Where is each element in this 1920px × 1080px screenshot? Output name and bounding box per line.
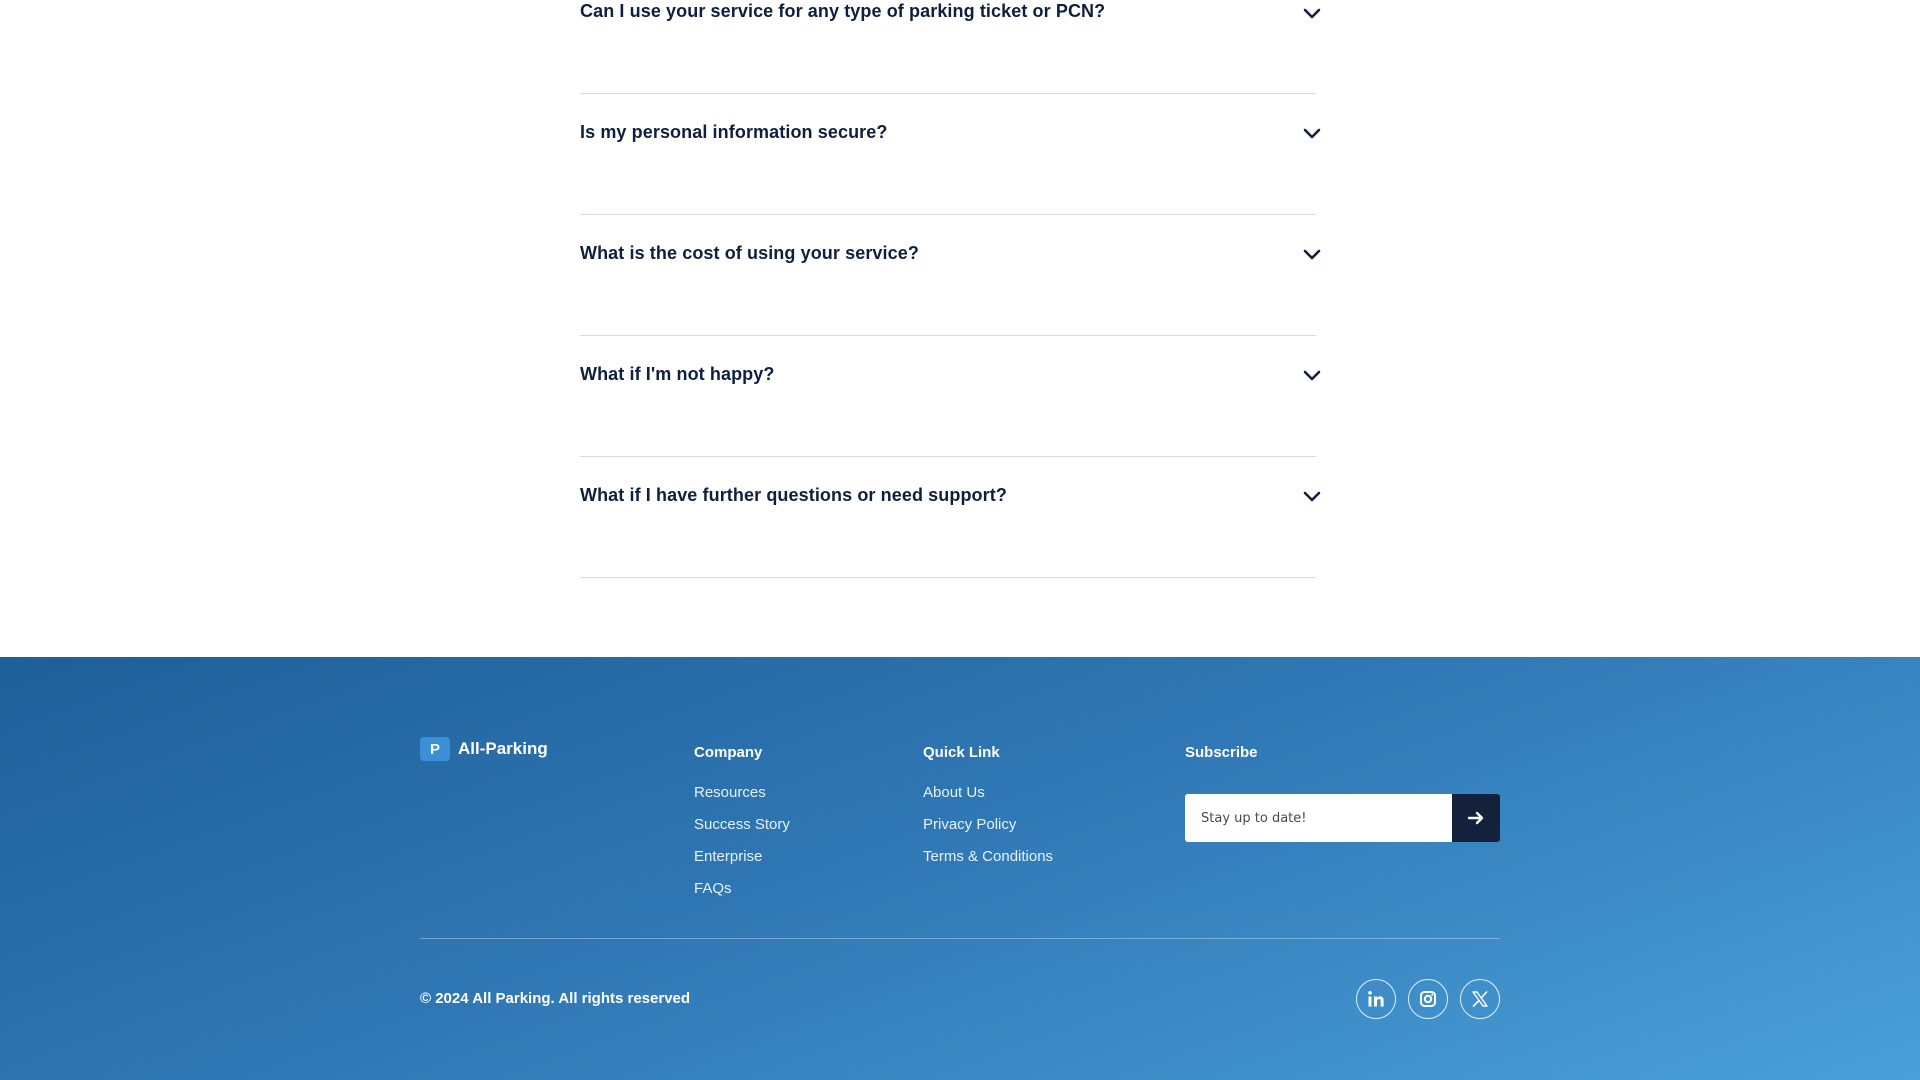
column-title: Subscribe <box>1185 744 1258 761</box>
faq-item[interactable]: What is the cost of using your service? <box>580 215 1321 336</box>
footer-company-column: Company Resources Success Story Enterpri… <box>694 744 790 912</box>
footer-divider <box>420 938 1500 939</box>
chevron-down-icon[interactable] <box>1302 125 1322 141</box>
footer-link-enterprise[interactable]: Enterprise <box>694 848 790 880</box>
social-links <box>1356 979 1500 1019</box>
footer-link-terms-conditions[interactable]: Terms & Conditions <box>923 848 1053 880</box>
chevron-down-icon[interactable] <box>1302 246 1322 262</box>
x-twitter-icon[interactable] <box>1460 979 1500 1019</box>
subscribe-submit-button[interactable] <box>1452 794 1500 842</box>
subscribe-form <box>1185 794 1500 842</box>
footer-link-resources[interactable]: Resources <box>694 784 790 816</box>
column-title: Company <box>694 744 763 761</box>
parking-logo-icon: P <box>420 737 450 761</box>
footer-quick-link-column: Quick Link About Us Privacy Policy Terms… <box>923 744 1053 880</box>
copyright-text: © 2024 All Parking. All rights reserved <box>420 990 691 1007</box>
site-footer: P All-Parking Company Resources Success … <box>0 657 1920 1080</box>
faq-question[interactable]: What if I'm not happy? <box>580 364 774 385</box>
brand-name: All-Parking <box>458 739 548 758</box>
chevron-down-icon[interactable] <box>1302 5 1322 21</box>
footer-link-success-story[interactable]: Success Story <box>694 816 790 848</box>
subscribe-email-input[interactable] <box>1185 794 1452 842</box>
chevron-down-icon[interactable] <box>1302 367 1322 383</box>
faq-question[interactable]: What if I have further questions or need… <box>580 485 1007 506</box>
column-title: Quick Link <box>923 744 1000 761</box>
brand-logo[interactable]: P All-Parking <box>420 737 548 761</box>
faq-item[interactable]: What if I have further questions or need… <box>580 457 1321 578</box>
footer-link-privacy-policy[interactable]: Privacy Policy <box>923 816 1053 848</box>
faq-item[interactable]: Is my personal information secure? <box>580 94 1321 215</box>
instagram-icon[interactable] <box>1408 979 1448 1019</box>
faq-question[interactable]: What is the cost of using your service? <box>580 243 919 264</box>
footer-link-faqs[interactable]: FAQs <box>694 880 790 912</box>
linkedin-icon[interactable] <box>1356 979 1396 1019</box>
faq-item[interactable]: Can I use your service for any type of p… <box>580 0 1321 94</box>
faq-question[interactable]: Can I use your service for any type of p… <box>580 1 1105 22</box>
chevron-down-icon[interactable] <box>1302 488 1322 504</box>
faq-list: Can I use your service for any type of p… <box>580 0 1321 578</box>
arrow-right-icon <box>1467 811 1484 825</box>
footer-subscribe-column: Subscribe <box>1185 744 1258 784</box>
faq-item[interactable]: What if I'm not happy? <box>580 336 1321 457</box>
faq-question[interactable]: Is my personal information secure? <box>580 122 887 143</box>
footer-link-about-us[interactable]: About Us <box>923 784 1053 816</box>
